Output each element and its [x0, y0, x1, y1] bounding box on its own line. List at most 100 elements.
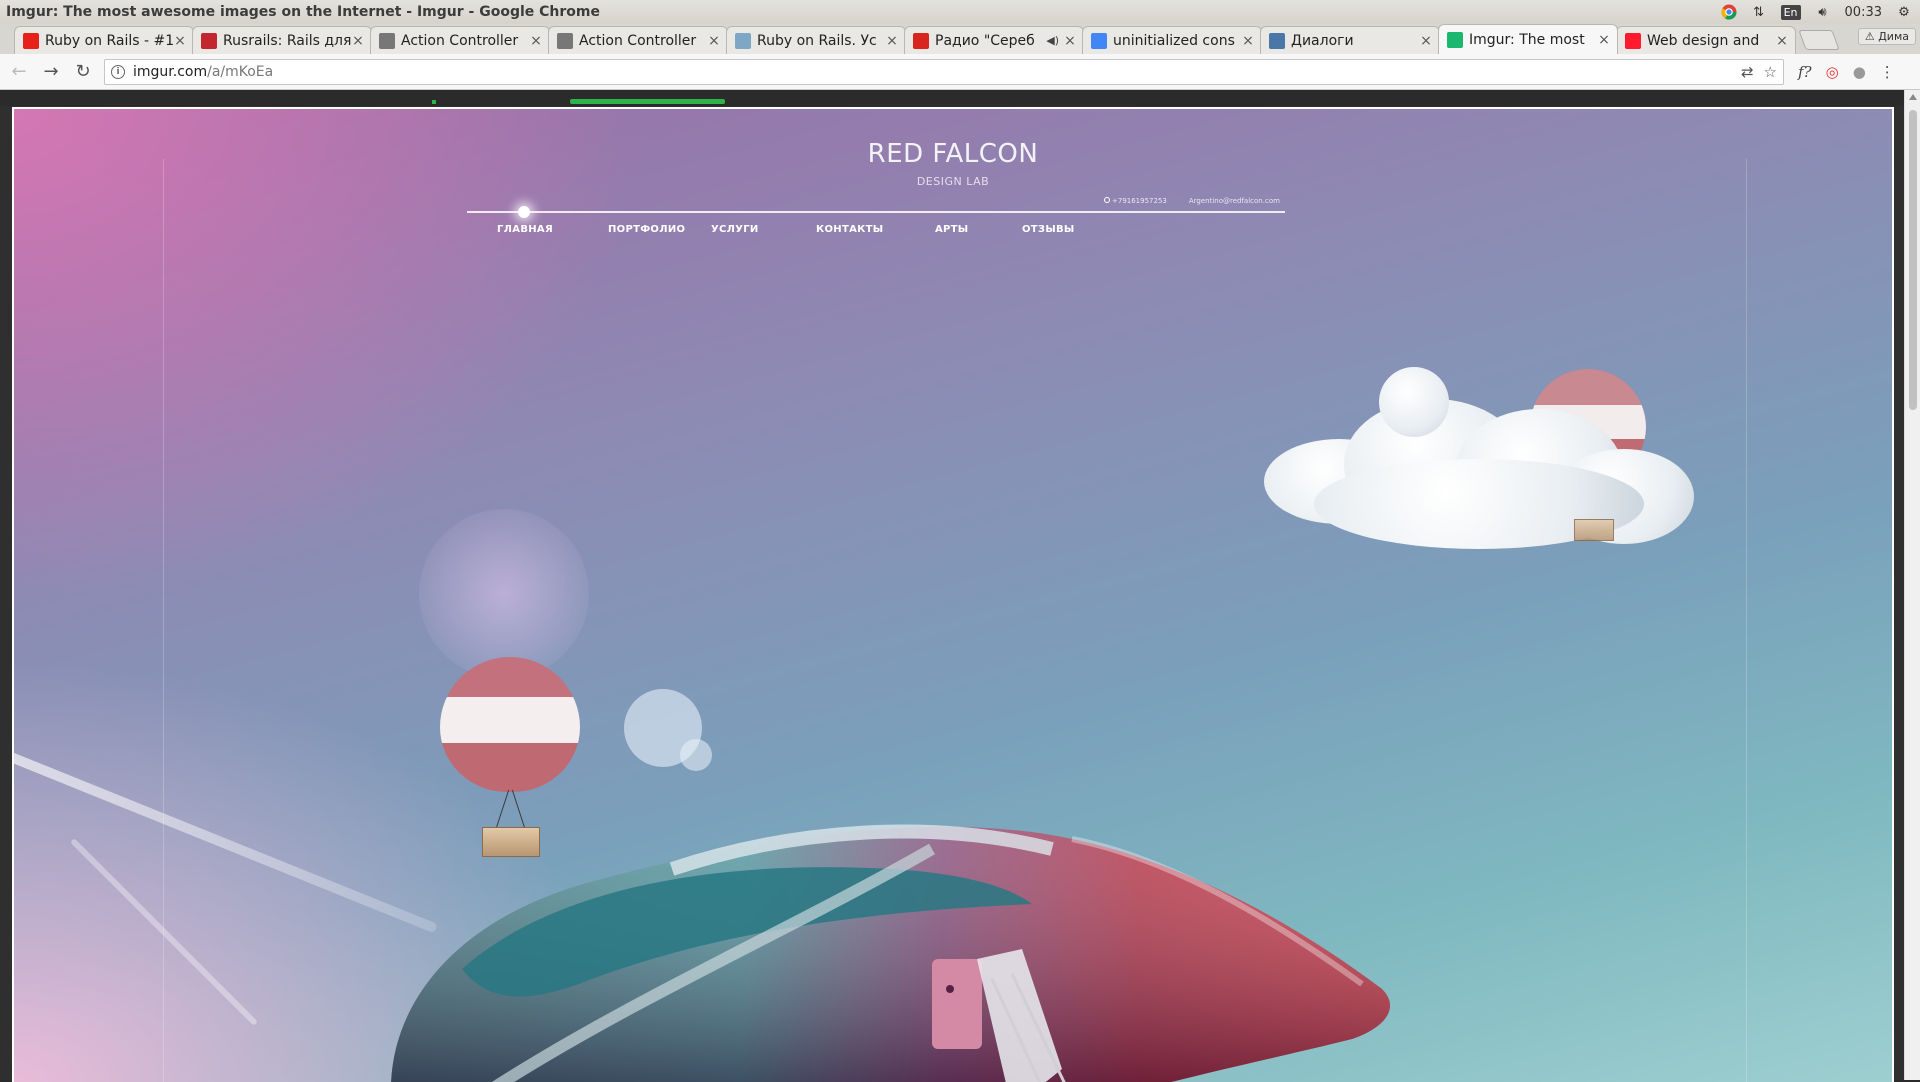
chrome-icon[interactable]: [1721, 4, 1737, 20]
url-text[interactable]: imgur.com/a/mKoEa: [133, 64, 1731, 80]
header-contacts: +79161957253 Argentino@redfalcon.com: [1104, 197, 1280, 205]
imgur-green-bar: [570, 99, 725, 104]
tab-close-icon[interactable]: ×: [173, 33, 187, 49]
bookmark-star-icon[interactable]: ☆: [1764, 63, 1777, 81]
tab-label: Action Controller: [579, 32, 697, 49]
nav-menu-item: ПОРТФОЛИО: [608, 224, 686, 235]
tab-close-icon[interactable]: ×: [885, 33, 899, 49]
imgur-icon: [1447, 31, 1463, 48]
light-streak-2: [69, 837, 259, 1027]
phone-number: +79161957253: [1112, 197, 1167, 205]
profile-name: Дима: [1878, 30, 1909, 43]
keyboard-layout-indicator[interactable]: En: [1780, 4, 1801, 20]
nav-line: [467, 211, 1285, 213]
rusrails-icon: [201, 32, 217, 49]
imgur-header-strip: [0, 90, 1904, 106]
page-icon: [379, 32, 395, 49]
browser-tab[interactable]: Imgur: The most ×: [1438, 24, 1618, 54]
browser-tab[interactable]: Ruby on Rails - #1 ×: [14, 26, 194, 54]
tab-label: Диалоги: [1291, 32, 1354, 49]
scroll-thumb[interactable]: [1909, 110, 1917, 410]
browser-tab[interactable]: Ruby on Rails. Ус ×: [726, 26, 906, 54]
nav-menu-item: ОТЗЫВЫ: [1022, 224, 1075, 235]
profile-button[interactable]: ⚠ Дима: [1857, 28, 1916, 45]
vk-icon: [1269, 32, 1285, 49]
browser-tab[interactable]: Rusrails: Rails для ×: [192, 26, 372, 54]
tab-label: Ruby on Rails. Ус: [757, 32, 877, 49]
balloon-near: [440, 657, 580, 792]
tab-close-icon[interactable]: ×: [707, 33, 721, 49]
settings-gear-icon[interactable]: ⚙: [1896, 4, 1912, 20]
tab-audio-icon[interactable]: ◀): [1046, 34, 1059, 47]
nav-menu-item: КОНТАКТЫ: [816, 224, 884, 235]
tab-close-icon[interactable]: ×: [351, 33, 365, 49]
chrome-menu-icon[interactable]: ⋮: [1880, 63, 1895, 81]
bokeh-circle: [680, 739, 712, 771]
clock[interactable]: 00:33: [1845, 5, 1882, 20]
browser-tab[interactable]: uninitialized cons ×: [1082, 26, 1262, 54]
system-tray: ⇅ En 🔊︎ 00:33 ⚙: [1721, 4, 1920, 20]
new-tab-button[interactable]: [1798, 30, 1840, 50]
page-scrollbar[interactable]: [1904, 90, 1920, 1080]
email: Argentino@redfalcon.com: [1188, 197, 1280, 205]
browser-tab[interactable]: Web design and ×: [1616, 26, 1796, 54]
nav-menu-item: ГЛАВНАЯ: [497, 224, 553, 235]
tab-label: Web design and: [1647, 32, 1760, 49]
tab-close-icon[interactable]: ×: [1241, 33, 1255, 49]
tab-label: Радио "Сереб: [935, 32, 1035, 49]
address-bar[interactable]: i imgur.com/a/mKoEa ⇄ ☆: [104, 58, 1784, 85]
nav-menu-item: УСЛУГИ: [711, 224, 759, 235]
nav-active-indicator: [518, 206, 530, 218]
tab-strip: Ruby on Rails - #1 × Rusrails: Rails для × A…: [0, 24, 1920, 54]
page-icon: [557, 32, 573, 49]
back-arrow-icon[interactable]: ←: [6, 59, 32, 85]
tab-label: uninitialized cons: [1113, 32, 1235, 49]
tab-close-icon[interactable]: ×: [1597, 32, 1611, 48]
guide-line-left: [163, 159, 164, 1082]
youtube-icon: [23, 32, 39, 49]
browser-toolbar: ← → ↻ i imgur.com/a/mKoEa ⇄ ☆ f? ◎ ● ⋮: [0, 54, 1920, 90]
nav-menu: ГЛАВНАЯ ПОРТФОЛИО УСЛУГИ КОНТАКТЫ АРТЫ ОТЗЫВЫ: [14, 224, 1892, 244]
window-title: Imgur: The most awesome images on the In…: [6, 4, 600, 20]
phone-icon: [1104, 197, 1110, 203]
phone: +79161957253: [1104, 197, 1167, 205]
url-host: imgur.com: [133, 63, 208, 80]
browser-tab[interactable]: Action Controller ×: [370, 26, 550, 54]
radio-icon: [913, 32, 929, 49]
scroll-up-arrow-icon[interactable]: [1909, 94, 1917, 100]
browser-tab[interactable]: Радио "Сереб ◀) ×: [904, 26, 1084, 54]
os-title-bar: Imgur: The most awesome images on the In…: [0, 0, 1920, 24]
tab-label: Rusrails: Rails для: [223, 32, 351, 49]
extension-red-icon[interactable]: ◎: [1826, 63, 1839, 81]
tab-label: Action Controller: [401, 32, 519, 49]
habr-icon: [735, 32, 751, 49]
url-path: /a/mKoEa: [207, 63, 274, 80]
tab-close-icon[interactable]: ×: [529, 33, 543, 49]
design-mockup-image[interactable]: RED FALCON DESIGN LAB +79161957253 Argen…: [12, 107, 1894, 1082]
nav-menu-item: АРТЫ: [935, 224, 969, 235]
page-viewport: RED FALCON DESIGN LAB +79161957253 Argen…: [0, 90, 1920, 1082]
guide-line-right: [1746, 159, 1747, 1082]
tab-label: Ruby on Rails - #1: [45, 32, 173, 49]
site-info-icon[interactable]: i: [111, 64, 125, 79]
network-icon[interactable]: ⇅: [1751, 4, 1767, 20]
extension-font-icon[interactable]: f?: [1798, 63, 1812, 81]
forward-arrow-icon[interactable]: →: [38, 59, 64, 85]
brand-subtitle: DESIGN LAB: [916, 175, 990, 188]
basket-far: [1574, 519, 1614, 541]
tab-close-icon[interactable]: ×: [1063, 33, 1077, 49]
airship-vehicle: [391, 824, 1391, 1082]
tab-label: Imgur: The most: [1469, 31, 1585, 48]
imgur-dot: [432, 100, 436, 104]
browser-tab[interactable]: Action Controller ×: [548, 26, 728, 54]
reload-icon[interactable]: ↻: [70, 59, 96, 85]
volume-icon[interactable]: 🔊︎: [1815, 4, 1831, 20]
tab-close-icon[interactable]: ×: [1775, 33, 1789, 49]
opera-icon: [1625, 32, 1641, 49]
extension-globe-icon[interactable]: ●: [1853, 63, 1866, 81]
translate-icon[interactable]: ⇄: [1741, 63, 1754, 81]
browser-tab[interactable]: Диалоги ×: [1260, 26, 1440, 54]
bokeh-circle: [419, 509, 589, 679]
tab-close-icon[interactable]: ×: [1419, 33, 1433, 49]
brand-title: RED FALCON: [867, 139, 1039, 169]
